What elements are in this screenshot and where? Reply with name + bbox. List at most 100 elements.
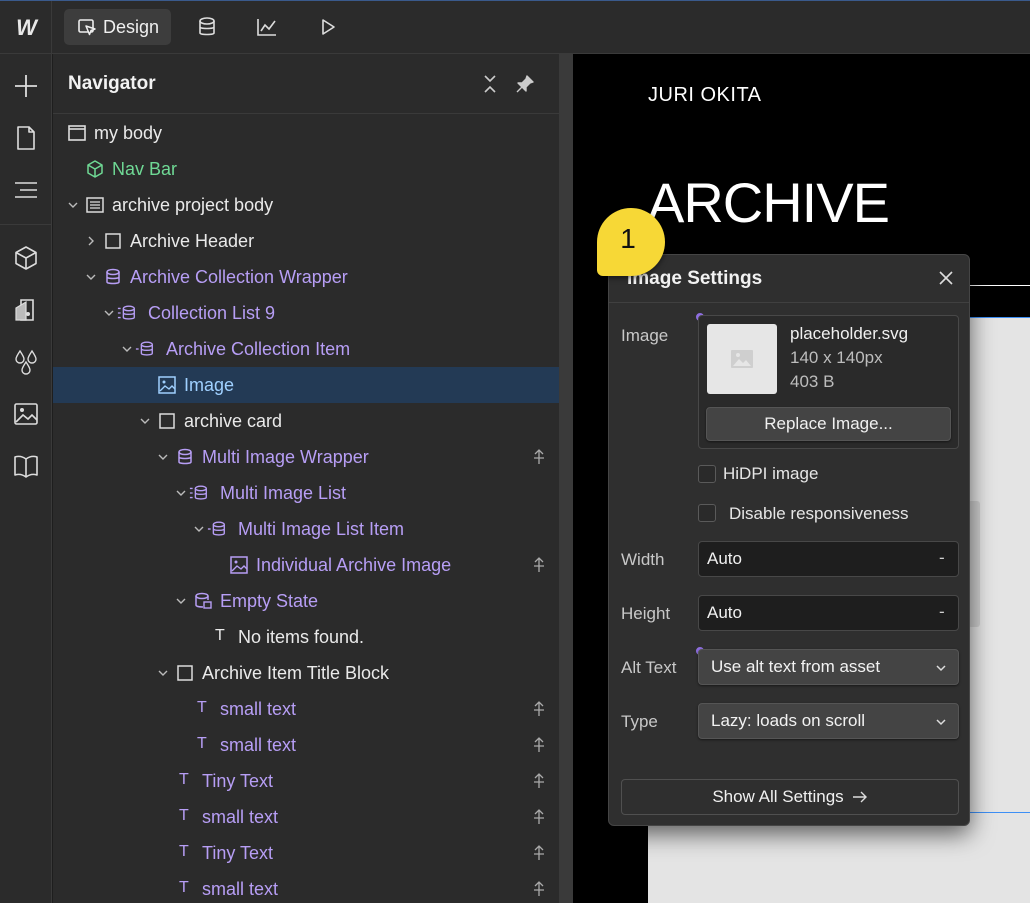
pin-icon[interactable] <box>530 772 548 790</box>
image-file-name: placeholder.svg <box>790 324 909 343</box>
chevron-right-icon[interactable] <box>85 234 97 248</box>
pin-panel-icon[interactable] <box>515 74 535 94</box>
arrow-right-icon <box>852 791 867 803</box>
height-unit[interactable]: - <box>939 602 945 622</box>
pages-icon[interactable] <box>12 124 40 152</box>
pin-icon[interactable] <box>530 700 548 718</box>
analytics-chart-icon[interactable] <box>256 16 278 38</box>
tree-item-label: small text <box>202 807 279 827</box>
tree-item-tiny-text[interactable]: T Tiny Text <box>53 763 559 799</box>
width-unit[interactable]: - <box>939 548 945 568</box>
chevron-down-icon[interactable] <box>157 666 169 680</box>
components-icon[interactable] <box>12 244 40 272</box>
loading-type-select[interactable]: Lazy: loads on scroll <box>698 703 959 739</box>
text-icon: T <box>197 699 207 716</box>
tree-item-archive-project-body[interactable]: archive project body <box>53 187 559 223</box>
tree-item-label: Multi Image List <box>220 483 347 503</box>
tree-item-empty-state[interactable]: Empty State <box>53 583 559 619</box>
top-bar: W Design <box>0 0 1030 54</box>
chevron-down-icon[interactable] <box>193 522 205 536</box>
cms-database-icon[interactable] <box>196 16 218 38</box>
preview-play-icon[interactable] <box>317 16 339 38</box>
chevron-down-icon[interactable] <box>121 342 133 356</box>
pin-icon[interactable] <box>530 736 548 754</box>
chevron-down-icon[interactable] <box>139 414 151 428</box>
tree-item-label: Empty State <box>220 591 319 611</box>
tree-item-image-selected[interactable]: Image <box>53 367 559 403</box>
collapse-all-icon[interactable] <box>481 74 499 94</box>
alt-text-label: Alt Text <box>621 658 677 677</box>
tree-item-small-text[interactable]: T small text <box>53 727 559 763</box>
left-toolbar <box>0 54 52 903</box>
assets-image-icon[interactable] <box>12 400 40 428</box>
learn-book-icon[interactable] <box>12 452 40 480</box>
design-mode-tab[interactable]: Design <box>64 9 171 45</box>
chevron-down-icon[interactable] <box>103 306 115 320</box>
tree-item-small-text[interactable]: T small text <box>53 799 559 835</box>
canvas-heading[interactable]: ARCHIVE <box>647 170 890 235</box>
pin-icon[interactable] <box>530 844 548 862</box>
add-element-icon[interactable] <box>12 72 40 100</box>
panel-resize-handle[interactable] <box>559 54 573 903</box>
collection-item-icon <box>207 521 225 536</box>
pin-icon[interactable] <box>530 556 548 574</box>
tree-item-label: my body <box>94 123 163 143</box>
chevron-down-icon[interactable] <box>85 270 97 284</box>
pin-icon[interactable] <box>530 448 548 466</box>
chevron-down-icon <box>936 665 946 672</box>
tree-item-archive-card[interactable]: archive card <box>53 403 559 439</box>
chevron-down-icon <box>936 719 946 726</box>
show-all-settings-button[interactable]: Show All Settings <box>621 779 959 815</box>
tree-item-label: small text <box>202 879 279 899</box>
alt-text-select[interactable]: Use alt text from asset <box>698 649 959 685</box>
tree-item-label: Image <box>184 375 235 395</box>
canvas-divider <box>968 285 1030 286</box>
navigator-title: Navigator <box>68 73 156 94</box>
image-thumbnail[interactable] <box>707 324 777 394</box>
pin-icon[interactable] <box>530 808 548 826</box>
chevron-down-icon[interactable] <box>67 198 79 212</box>
chevron-down-icon[interactable] <box>157 450 169 464</box>
hidpi-checkbox[interactable] <box>698 465 716 483</box>
tree-item-multi-image-wrapper[interactable]: Multi Image Wrapper <box>53 439 559 475</box>
tree-item-nav-bar[interactable]: Nav Bar <box>53 151 559 187</box>
tree-item-archive-header[interactable]: Archive Header <box>53 223 559 259</box>
tree-item-collection-list-9[interactable]: Collection List 9 <box>53 295 559 331</box>
canvas-site-name[interactable]: JURI OKITA <box>648 84 762 107</box>
width-input[interactable]: Auto - <box>698 541 959 577</box>
navigator-icon[interactable] <box>12 176 40 204</box>
pin-icon[interactable] <box>530 880 548 898</box>
chevron-down-icon[interactable] <box>175 594 187 608</box>
variables-drops-icon[interactable] <box>12 348 40 376</box>
tree-item-multi-image-list[interactable]: Multi Image List <box>53 475 559 511</box>
tree-item-label: small text <box>220 735 297 755</box>
image-icon <box>230 556 248 574</box>
tree-item-individual-archive-image[interactable]: Individual Archive Image <box>53 547 559 583</box>
tree-item-tiny-text[interactable]: T Tiny Text <box>53 835 559 871</box>
tree-item-small-text[interactable]: T small text <box>53 691 559 727</box>
disable-responsiveness-checkbox[interactable] <box>698 504 716 522</box>
tree-item-label: Collection List 9 <box>148 303 276 323</box>
tree-item-my-body[interactable]: my body <box>53 115 559 151</box>
close-icon[interactable] <box>937 269 955 287</box>
tree-item-label: Archive Item Title Block <box>202 663 390 683</box>
webflow-logo[interactable]: W <box>0 1 52 54</box>
replace-image-button[interactable]: Replace Image... <box>706 407 951 441</box>
tree-item-archive-item-title-block[interactable]: Archive Item Title Block <box>53 655 559 691</box>
tree-item-no-items-found[interactable]: T No items found. <box>53 619 559 655</box>
tree-item-label: Tiny Text <box>202 771 274 791</box>
div-block-icon <box>159 413 175 429</box>
navigator-panel: Navigator my body Nav Bar archive projec… <box>53 54 559 903</box>
text-icon: T <box>179 879 189 896</box>
height-input[interactable]: Auto - <box>698 595 959 631</box>
type-label: Type <box>621 712 658 731</box>
style-selectors-icon[interactable] <box>12 296 40 324</box>
tree-item-archive-collection-item[interactable]: Archive Collection Item <box>53 331 559 367</box>
tree-item-multi-image-list-item[interactable]: Multi Image List Item <box>53 511 559 547</box>
tree-item-small-text[interactable]: T small text <box>53 871 559 903</box>
hidpi-label: HiDPI image <box>723 464 819 483</box>
tree-item-archive-collection-wrapper[interactable]: Archive Collection Wrapper <box>53 259 559 295</box>
chevron-down-icon[interactable] <box>175 486 187 500</box>
image-asset-box: placeholder.svg 140 x 140px 403 B Replac… <box>698 315 959 449</box>
component-icon <box>87 160 103 178</box>
